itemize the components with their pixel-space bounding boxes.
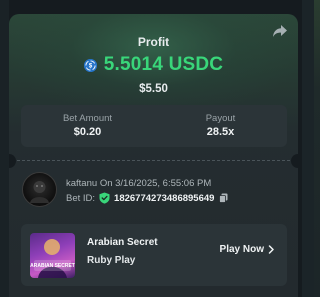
usdc-icon: $ [83, 58, 97, 72]
play-now-label: Play Now [219, 244, 264, 255]
bet-details-card: Profit $ 5.5014 USDC $5.50 Bet Amount $0… [9, 14, 298, 297]
play-now-button[interactable]: Play Now [220, 244, 275, 255]
bet-amount-stat: Bet Amount $0.20 [21, 113, 154, 138]
game-name: Arabian Secret [87, 237, 158, 248]
profit-amount-row: $ 5.5014 USDC [9, 54, 298, 76]
bet-stats-panel: Bet Amount $0.20 Payout 28.5x [21, 105, 287, 147]
game-panel[interactable]: ARABIAN SECRET Arabian Secret Ruby Play … [21, 224, 287, 286]
profit-amount: 5.5014 USDC [103, 54, 224, 75]
bet-id-label: Bet ID: [66, 192, 96, 204]
payout-stat: Payout 28.5x [154, 113, 287, 138]
game-provider: Ruby Play [87, 255, 136, 266]
payout-value: 28.5x [206, 126, 235, 138]
bet-id-value: 1826774273486895649 [114, 192, 215, 204]
bet-id-line: Bet ID: 1826774273486895649 [66, 192, 228, 204]
bet-amount-value: $0.20 [73, 126, 102, 138]
bet-amount-label: Bet Amount [62, 113, 113, 124]
background-strip [314, 0, 320, 297]
game-thumbnail[interactable]: ARABIAN SECRET [30, 233, 75, 278]
chevron-right-icon [268, 245, 274, 254]
profit-title: Profit [137, 35, 170, 49]
background-right [302, 0, 320, 297]
ticket-divider [17, 160, 290, 161]
bet-meta-line: kaftanu On 3/16/2025, 6:55:06 PM [66, 178, 211, 189]
copy-icon[interactable] [219, 193, 228, 203]
profit-fiat-value: $5.50 [139, 83, 168, 95]
verified-shield-icon [99, 192, 110, 204]
payout-label: Payout [205, 113, 236, 124]
game-thumb-text: ARABIAN SECRET [30, 263, 75, 269]
background-left [0, 0, 9, 297]
bet-date: On 3/16/2025, 6:55:06 PM [99, 178, 212, 189]
avatar[interactable] [22, 172, 57, 207]
username[interactable]: kaftanu [66, 178, 97, 189]
ticket-notch-right [291, 154, 298, 168]
ticket-notch-left [9, 154, 16, 168]
